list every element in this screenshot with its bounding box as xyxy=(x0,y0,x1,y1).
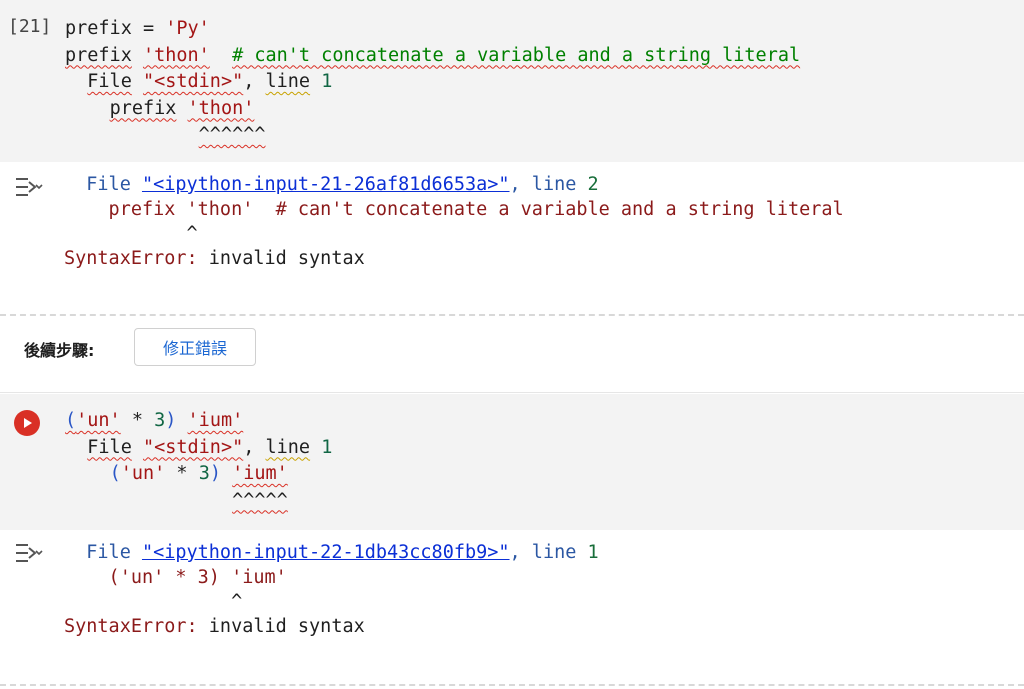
code-token: , xyxy=(243,71,266,92)
output-collapse-icon[interactable] xyxy=(14,176,44,203)
code-token: ) xyxy=(209,463,221,484)
code-line: prefix 'thon' xyxy=(65,96,255,122)
code-token: ^^^^^^ xyxy=(198,124,266,145)
code-token: 'un' xyxy=(120,463,166,484)
code-line: ^^^^^ xyxy=(65,488,288,514)
code-token: = xyxy=(131,18,166,39)
output-line: File "<ipython-input-21-26af81d6653a>", … xyxy=(64,172,599,198)
code-cell-21[interactable]: [21] prefix = 'Py' prefix 'thon' # can't … xyxy=(0,0,1024,162)
code-line: ('un' * 3) 'ium' xyxy=(65,408,243,434)
code-token: "<stdin>" xyxy=(142,436,244,458)
code-token: 1 xyxy=(321,71,333,92)
code-token: 'thon' xyxy=(142,44,210,66)
code-token: "<stdin>" xyxy=(142,71,244,92)
code-token: ) xyxy=(165,410,177,431)
code-token: ( xyxy=(109,463,121,484)
code-token: "<ipython-input-22-1db43cc80fb9>" xyxy=(141,542,510,563)
code-token: File xyxy=(87,71,132,92)
code-line: ('un' * 3) 'ium' xyxy=(65,461,288,487)
output-line: ('un' * 3) 'ium' xyxy=(64,565,287,591)
output-line: File "<ipython-input-22-1db43cc80fb9>", … xyxy=(64,540,599,566)
code-token: prefix xyxy=(65,18,132,39)
code-token: ( xyxy=(65,410,77,431)
code-token: 'un' xyxy=(76,410,121,431)
code-token: SyntaxError: xyxy=(64,615,209,637)
code-token: 1 xyxy=(587,542,599,563)
code-line: prefix = 'Py' xyxy=(65,16,210,42)
output-text: File "<ipython-input-22-1db43cc80fb9>", … xyxy=(64,540,1014,670)
code-token: line xyxy=(265,436,311,458)
output-area-21: File "<ipython-input-21-26af81d6653a>", … xyxy=(0,162,1024,302)
code-line: prefix 'thon' # can't concatenate a vari… xyxy=(65,43,800,69)
next-steps-label: 後續步驟: xyxy=(24,341,95,360)
code-editor[interactable]: ('un' * 3) 'ium' File "<stdin>", line 1 … xyxy=(65,408,1015,526)
code-token: 'ium' xyxy=(232,463,288,484)
code-token: , line xyxy=(509,542,588,563)
code-line: ^^^^^^ xyxy=(65,122,266,148)
code-token: ^ xyxy=(64,591,243,612)
code-token: 1 xyxy=(321,436,333,458)
code-token: invalid syntax xyxy=(208,615,365,637)
output-area-22: File "<ipython-input-22-1db43cc80fb9>", … xyxy=(0,530,1024,680)
code-token: * xyxy=(165,463,199,484)
code-token: 'ium' xyxy=(187,410,244,431)
code-token: prefix 'thon' # can't concatenate a vari… xyxy=(64,198,844,220)
code-token: prefix xyxy=(109,97,177,119)
code-token: File xyxy=(87,436,132,458)
code-cell-22[interactable]: ('un' * 3) 'ium' File "<stdin>", line 1 … xyxy=(0,394,1024,530)
output-line: SyntaxError: invalid syntax xyxy=(64,246,365,272)
output-line: SyntaxError: invalid syntax xyxy=(64,614,365,640)
code-token: * xyxy=(120,410,155,431)
code-token: prefix xyxy=(65,44,132,66)
code-token: File xyxy=(64,174,142,195)
cell-divider xyxy=(0,684,1024,686)
code-token: 'Py' xyxy=(165,18,210,39)
code-token: , line xyxy=(509,174,588,195)
code-token: invalid syntax xyxy=(208,247,365,269)
cell-divider xyxy=(0,314,1024,316)
code-token: File xyxy=(64,542,142,563)
code-token: "<ipython-input-21-26af81d6653a>" xyxy=(141,174,510,195)
code-token: ^ xyxy=(64,223,198,244)
output-text: File "<ipython-input-21-26af81d6653a>", … xyxy=(64,172,1014,292)
code-token: line xyxy=(265,71,311,92)
output-line: ^ xyxy=(64,589,242,615)
run-error-icon[interactable] xyxy=(14,410,40,436)
output-collapse-icon[interactable] xyxy=(14,542,44,569)
code-token: 2 xyxy=(587,174,599,195)
code-token: , xyxy=(243,436,266,458)
code-token: SyntaxError: xyxy=(64,247,209,269)
output-line: prefix 'thon' # can't concatenate a vari… xyxy=(64,197,844,223)
code-line: File "<stdin>", line 1 xyxy=(65,69,332,95)
output-line: ^ xyxy=(64,221,198,247)
execution-count: [21] xyxy=(8,16,52,37)
code-token: # can't concatenate a variable and a str… xyxy=(232,44,801,66)
code-token: 'thon' xyxy=(187,97,255,119)
fix-error-button[interactable]: 修正錯誤 xyxy=(134,328,256,366)
code-token: 3 xyxy=(198,463,210,484)
code-line: File "<stdin>", line 1 xyxy=(65,435,332,461)
code-token: ^^^^^ xyxy=(232,489,288,511)
code-token: ('un' * 3) 'ium' xyxy=(64,566,287,588)
code-token: 3 xyxy=(154,410,166,431)
code-editor[interactable]: prefix = 'Py' prefix 'thon' # can't conca… xyxy=(65,16,1015,156)
